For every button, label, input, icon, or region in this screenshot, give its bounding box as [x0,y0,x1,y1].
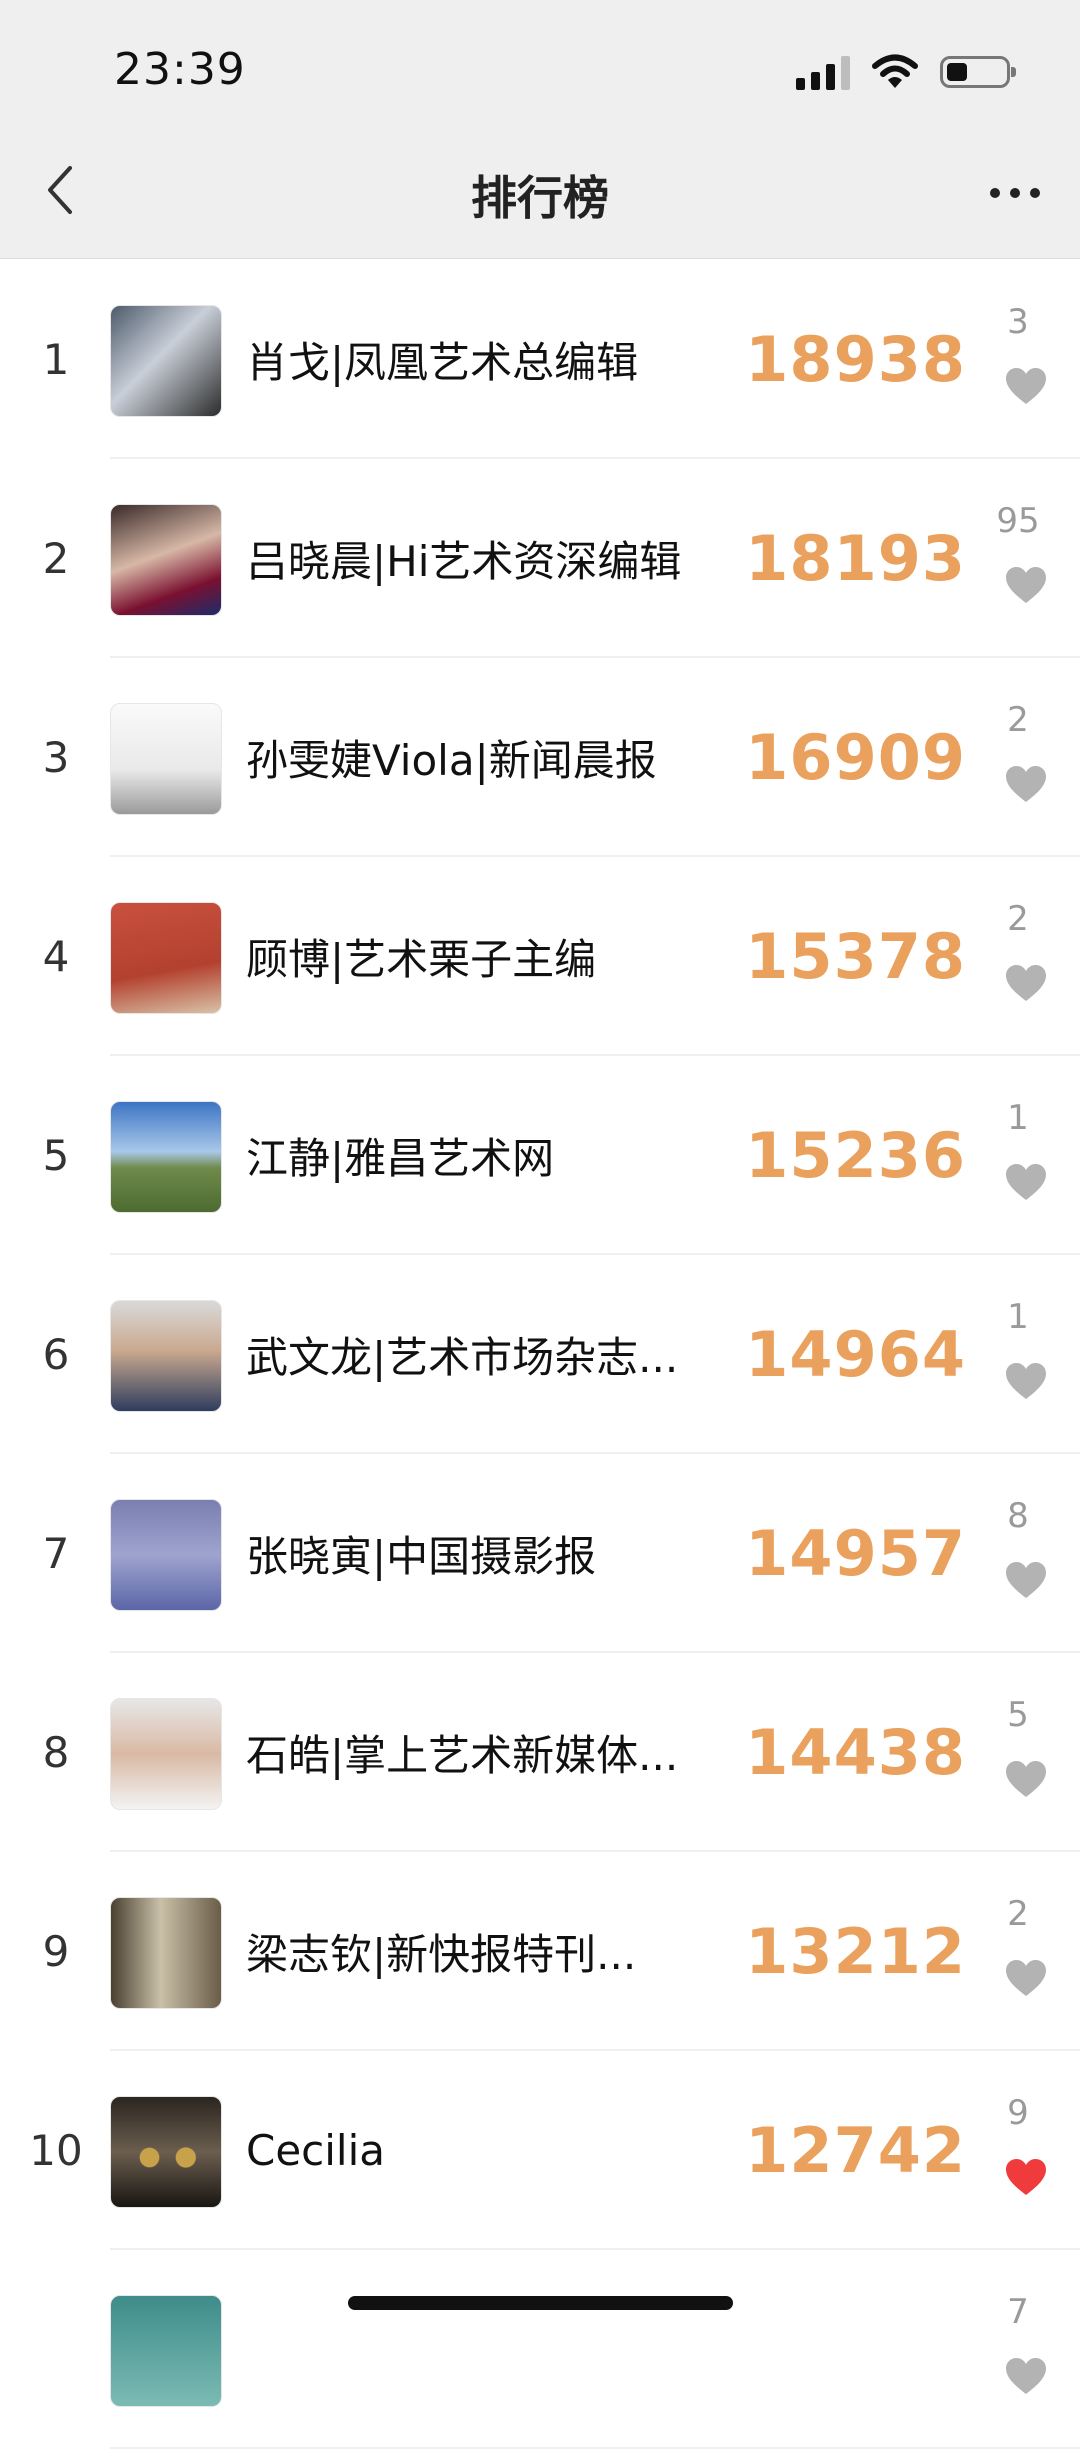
cellular-signal-icon [796,54,850,90]
like-count: 2 [1007,700,1029,740]
like-count: 95 [996,501,1040,541]
like-count: 1 [1007,1098,1029,1138]
like-count: 3 [1007,302,1029,342]
step-score: 15378 [745,920,966,993]
like-count: 5 [1007,1695,1029,1735]
top-bar: 23:39 排行榜 [0,0,1080,259]
heart-icon[interactable] [1004,565,1048,605]
like-count: 9 [1007,2093,1029,2133]
avatar[interactable] [110,2096,222,2208]
ranking-row[interactable]: 7 张晓寅|中国摄影报 14957 8 [0,1454,1080,1653]
home-indicator[interactable] [348,2296,733,2310]
ranking-row[interactable]: 5 江静|雅昌艺术网 15236 1 [0,1056,1080,1255]
ranking-row[interactable]: 9 梁志钦|新快报特刊... 13212 2 [0,1852,1080,2051]
user-name: 吕晓晨|Hi艺术资深编辑 [246,537,682,586]
more-options-icon[interactable] [990,178,1040,208]
user-name: 顾博|艺术栗子主编 [246,935,597,984]
page-title: 排行榜 [471,171,609,225]
user-name: 肖戈|凤凰艺术总编辑 [246,338,639,387]
step-score: 12742 [745,2114,966,2187]
status-icons [796,50,1016,94]
user-name: 江静|雅昌艺术网 [246,1134,555,1183]
avatar[interactable] [110,703,222,815]
step-score: 14964 [745,1318,966,1391]
heart-icon[interactable] [1004,2157,1048,2197]
ranking-list: 1 肖戈|凤凰艺术总编辑 18938 3 2 吕晓晨|Hi艺术资深编辑 1819… [0,260,1080,2449]
avatar[interactable] [110,1698,222,1810]
user-name: 石皓|掌上艺术新媒体... [246,1731,679,1780]
step-score: 14438 [745,1716,966,1789]
step-score: 18938 [745,323,966,396]
rank-number: 6 [42,1330,70,1379]
ranking-row[interactable]: 7 [0,2250,1080,2449]
like-count: 8 [1007,1496,1029,1536]
ranking-row[interactable]: 1 肖戈|凤凰艺术总编辑 18938 3 [0,260,1080,459]
avatar[interactable] [110,305,222,417]
avatar[interactable] [110,1300,222,1412]
step-score: 14957 [745,1517,966,1590]
avatar[interactable] [110,902,222,1014]
rank-number: 4 [42,932,70,981]
heart-icon[interactable] [1004,1162,1048,1202]
like-count: 1 [1007,1297,1029,1337]
rank-number: 8 [42,1728,70,1777]
step-score: 13212 [745,1915,966,1988]
user-name: 张晓寅|中国摄影报 [246,1532,597,1581]
avatar[interactable] [110,1101,222,1213]
heart-icon[interactable] [1004,1958,1048,1998]
like-count: 7 [1007,2292,1029,2332]
heart-icon[interactable] [1004,1759,1048,1799]
like-count: 2 [1007,1894,1029,1934]
rank-number: 2 [42,534,70,583]
heart-icon[interactable] [1004,2356,1048,2396]
heart-icon[interactable] [1004,1560,1048,1600]
heart-icon[interactable] [1004,764,1048,804]
heart-icon[interactable] [1004,963,1048,1003]
ranking-row[interactable]: 2 吕晓晨|Hi艺术资深编辑 18193 95 [0,459,1080,658]
ranking-row[interactable]: 4 顾博|艺术栗子主编 15378 2 [0,857,1080,1056]
ranking-row[interactable]: 10 Cecilia 12742 9 [0,2051,1080,2250]
rank-number: 3 [42,733,70,782]
user-name [246,2250,716,2449]
step-score: 16909 [745,721,966,794]
rank-number: 7 [42,1529,70,1578]
rank-number: 10 [29,2126,83,2175]
battery-icon [940,56,1016,88]
rank-number: 1 [42,335,70,384]
step-score: 15236 [745,1119,966,1192]
wifi-icon [872,54,918,88]
step-score: 18193 [745,522,966,595]
heart-icon[interactable] [1004,366,1048,406]
rank-number: 9 [42,1927,70,1976]
user-name: 武文龙|艺术市场杂志... [246,1333,679,1382]
avatar[interactable] [110,1499,222,1611]
ranking-row[interactable]: 6 武文龙|艺术市场杂志... 14964 1 [0,1255,1080,1454]
heart-icon[interactable] [1004,1361,1048,1401]
avatar[interactable] [110,1897,222,2009]
user-name: 梁志钦|新快报特刊... [246,1930,637,1979]
status-time: 23:39 [114,44,246,95]
user-name: 孙雯婕Viola|新闻晨报 [246,736,657,785]
avatar[interactable] [110,504,222,616]
rank-number [22,2250,90,2449]
rank-number: 5 [42,1131,70,1180]
avatar[interactable] [110,2295,222,2407]
user-name: Cecilia [246,2126,386,2175]
ranking-row[interactable]: 3 孙雯婕Viola|新闻晨报 16909 2 [0,658,1080,857]
ranking-row[interactable]: 8 石皓|掌上艺术新媒体... 14438 5 [0,1653,1080,1852]
like-count: 2 [1007,899,1029,939]
